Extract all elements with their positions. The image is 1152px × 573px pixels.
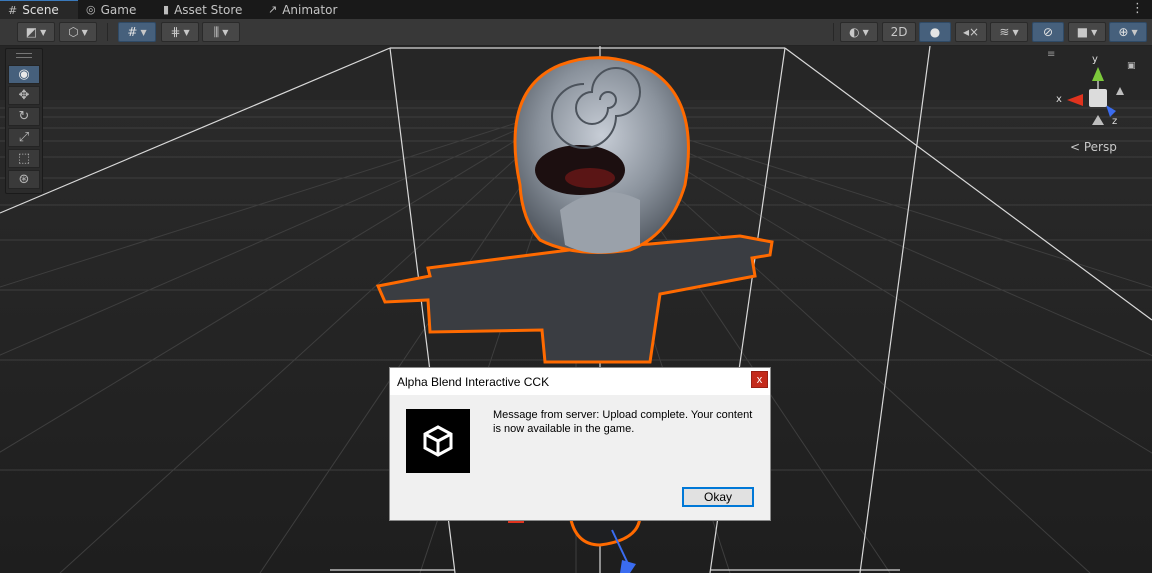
gizmos-button[interactable]: ⊕ ▼	[1109, 22, 1147, 42]
speaker-muted-icon: ◂×	[962, 25, 980, 39]
sphere-icon: ◐	[849, 25, 860, 39]
scene-visibility-button[interactable]: ⊘	[1032, 22, 1064, 42]
dialog-title: Alpha Blend Interactive CCK	[397, 375, 550, 389]
eye-hidden-icon: ⊘	[1042, 25, 1054, 39]
rotate-icon: ↻	[18, 109, 30, 124]
transform-icon: ⊛	[18, 172, 30, 187]
tab-label: Asset Store	[174, 2, 243, 17]
scale-icon: ⤢	[18, 130, 30, 145]
effects-button[interactable]: ≋ ▼	[990, 22, 1028, 42]
tab-bar: # Scene ◎ Game ▮ Asset Store ↗ Animator …	[0, 0, 1152, 19]
audio-toggle-button[interactable]: ◂×	[955, 22, 987, 42]
grid-icon: #	[8, 3, 18, 17]
gizmo-axis-y-label: y	[1092, 54, 1098, 65]
lightbulb-icon: ●	[929, 25, 941, 39]
chevron-down-icon: ▼	[862, 27, 869, 37]
animator-icon: ↗	[268, 3, 278, 16]
chevron-down-icon: ▼	[40, 27, 47, 37]
projection-toggle[interactable]: < Persp	[1070, 140, 1117, 154]
orientation-gizmo[interactable]	[1058, 53, 1138, 143]
scale-tool-button[interactable]: ⤢	[8, 128, 40, 147]
ruler-icon: ⫼	[213, 24, 220, 39]
tab-game[interactable]: ◎ Game	[86, 0, 136, 19]
chevron-down-icon: ▼	[1012, 27, 1019, 37]
render-mode-button[interactable]: ◐ ▼	[840, 22, 878, 42]
rect-tool-button[interactable]: ⬚	[8, 149, 40, 168]
chevron-down-icon: ▼	[81, 27, 88, 37]
close-button[interactable]: x	[751, 371, 768, 388]
draw-mode-icon: ◩	[25, 25, 38, 39]
grid-snap-icon: #	[127, 25, 138, 39]
shading-mode-button[interactable]: ⬡ ▼	[59, 22, 97, 42]
transform-tool-button[interactable]: ⊛	[8, 170, 40, 189]
move-icon: ✥	[18, 88, 30, 103]
tab-label: Animator	[282, 2, 338, 17]
chevron-down-icon: ▼	[222, 27, 229, 37]
overlay-menu-icon[interactable]: ≡	[1047, 49, 1055, 60]
shopping-bag-icon: ▮	[163, 3, 170, 16]
lock-icon[interactable]: ▣	[1127, 61, 1136, 71]
unity-logo-icon	[406, 409, 470, 473]
snap-settings-button[interactable]: ⫼ ▼	[202, 22, 240, 42]
camera-icon: ■	[1076, 25, 1089, 39]
move-tool-button[interactable]: ✥	[8, 86, 40, 105]
rect-icon: ⬚	[17, 151, 31, 166]
cube-icon: ⬡	[68, 25, 79, 39]
globe-icon: ⊕	[1118, 25, 1129, 39]
view-tool-button[interactable]: ◉	[8, 65, 40, 84]
2d-toggle-button[interactable]: 2D	[882, 22, 916, 42]
camera-button[interactable]: ■ ▼	[1068, 22, 1106, 42]
message-dialog: Alpha Blend Interactive CCK x Message fr…	[389, 367, 771, 521]
gizmo-axis-z-label: z	[1112, 116, 1118, 127]
gizmo-axis-x-label: x	[1056, 94, 1062, 105]
increment-snap-icon: ⋕	[170, 25, 181, 39]
chevron-down-icon: ▼	[183, 27, 190, 37]
more-options-icon[interactable]: ⋮	[1131, 1, 1144, 16]
toolbar-separator	[107, 23, 108, 41]
draw-mode-button[interactable]: ◩ ▼	[17, 22, 55, 42]
dialog-titlebar: Alpha Blend Interactive CCK x	[390, 368, 770, 395]
tab-animator[interactable]: ↗ Animator	[268, 0, 337, 19]
scene-toolbar: ◩ ▼ ⬡ ▼ # ▼ ⋕ ▼ ⫼ ▼ ◐ ▼ 2D ● ◂× ≋ ▼ ⊘ ■ ▼ ⊕ ▼	[0, 19, 1152, 46]
tab-label: Scene	[22, 3, 59, 17]
chevron-down-icon: ▼	[140, 27, 147, 37]
grid-snap-button[interactable]: # ▼	[118, 22, 156, 42]
lighting-toggle-button[interactable]: ●	[919, 22, 951, 42]
toolbar-separator	[833, 23, 834, 41]
tab-asset-store[interactable]: ▮ Asset Store	[163, 0, 242, 19]
increment-snap-button[interactable]: ⋕ ▼	[161, 22, 199, 42]
rotate-tool-button[interactable]: ↻	[8, 107, 40, 126]
tab-scene[interactable]: # Scene	[0, 0, 78, 19]
eye-icon: ◉	[18, 67, 30, 82]
okay-button[interactable]: Okay	[682, 487, 754, 507]
chevron-down-icon: ▼	[1091, 27, 1098, 37]
gamepad-icon: ◎	[86, 3, 96, 16]
tab-label: Game	[100, 2, 137, 17]
dialog-message: Message from server: Upload complete. Yo…	[493, 409, 753, 435]
layers-icon: ≋	[999, 25, 1010, 39]
tools-overlay: ◉ ✥ ↻ ⤢ ⬚ ⊛	[5, 48, 43, 194]
chevron-down-icon: ▼	[1131, 27, 1138, 37]
overlay-grip[interactable]	[16, 53, 32, 58]
